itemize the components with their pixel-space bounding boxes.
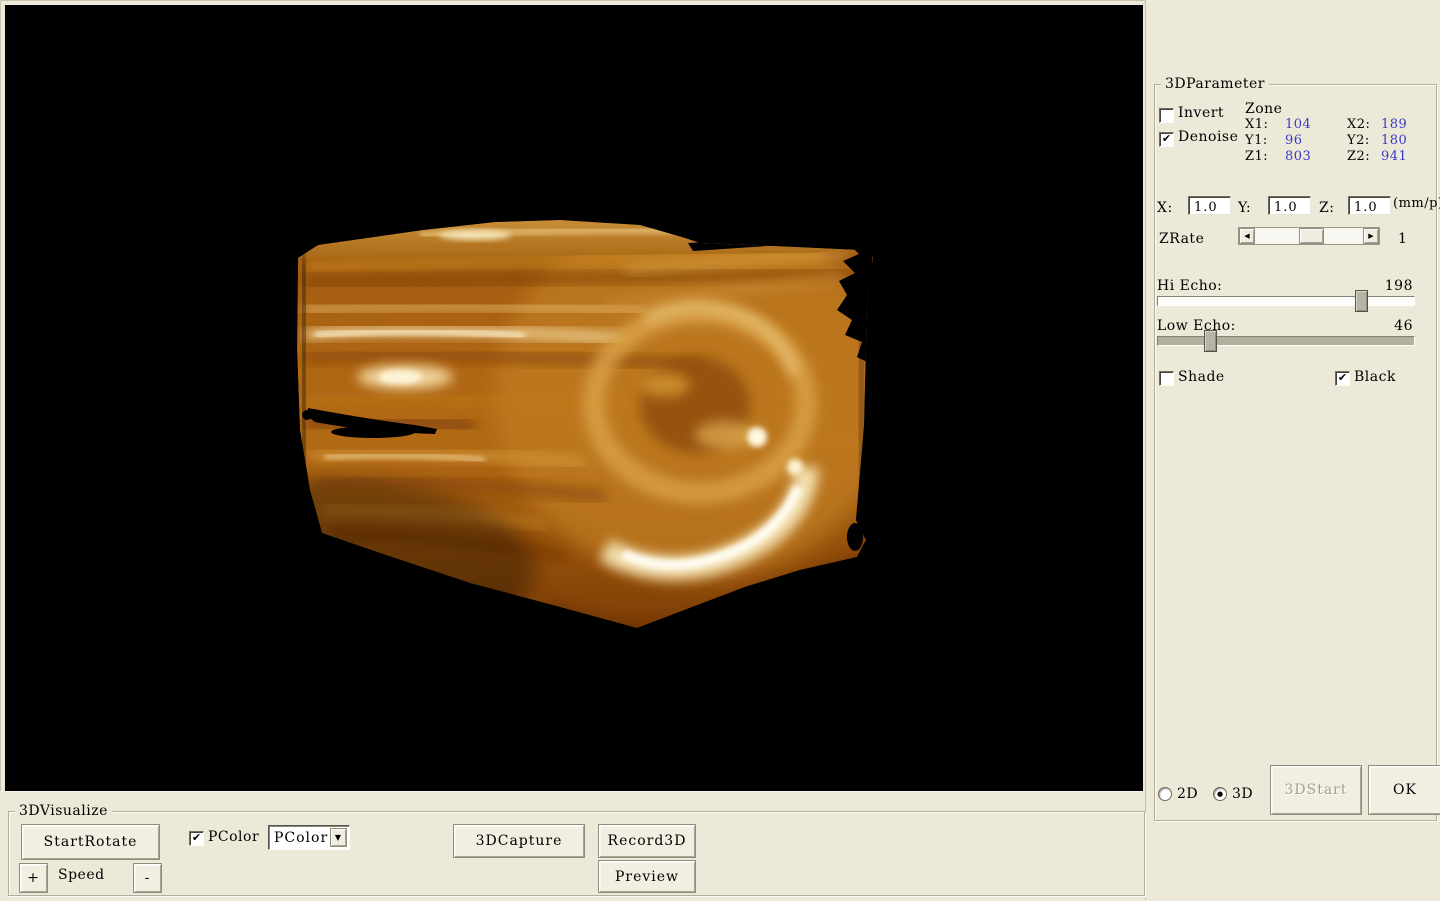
pcolor-check-mark: ✔ [192, 831, 201, 844]
start-rotate-button[interactable]: StartRotate [21, 824, 160, 860]
visualize-groupbox: 3DVisualize StartRotate ✔ PColor PColor … [8, 811, 1145, 896]
ok-button[interactable]: OK [1368, 765, 1440, 815]
zrate-scrollbar-track[interactable] [1255, 228, 1363, 244]
render-viewport[interactable] [5, 5, 1143, 791]
low-echo-label: Low Echo: [1157, 319, 1236, 333]
pcolor-dropdown-value: PColor [274, 830, 328, 846]
record3d-button[interactable]: Record3D [598, 824, 696, 858]
right-arrow-glyph: ▶ [1368, 232, 1373, 240]
zone-z2-value: 941 [1381, 150, 1407, 163]
zrate-scrollbar[interactable]: ◀ ▶ [1238, 227, 1380, 245]
denoise-checkbox[interactable]: ✔ [1159, 132, 1174, 147]
visualize-panel: 3DVisualize StartRotate ✔ PColor PColor … [0, 791, 1145, 901]
z-scale-input[interactable]: 1.0 [1348, 196, 1391, 215]
zone-x1-value: 104 [1285, 118, 1311, 131]
down-arrow-glyph: ▼ [335, 833, 342, 842]
black-label: Black [1354, 370, 1396, 384]
zone-y2-label: Y2: [1347, 134, 1370, 147]
zone-y1-value: 96 [1285, 134, 1303, 147]
denoise-label: Denoise [1178, 130, 1238, 144]
parameter-groupbox: 3DParameter Invert ✔ Denoise Zone X1: 10… [1154, 84, 1437, 821]
scale-unit-label: (mm/p) [1393, 197, 1440, 210]
x-scale-label: X: [1157, 201, 1173, 215]
mode-2d-label: 2D [1177, 787, 1198, 801]
zone-z2-label: Z2: [1347, 150, 1370, 163]
low-echo-slider-thumb[interactable] [1204, 330, 1217, 352]
zrate-right-arrow-icon[interactable]: ▶ [1363, 228, 1379, 244]
shade-label: Shade [1178, 370, 1225, 384]
low-echo-slider[interactable] [1157, 336, 1415, 346]
mode-3d-radio-dot: ● [1217, 791, 1223, 798]
x-scale-input[interactable]: 1.0 [1188, 196, 1231, 215]
zone-z1-value: 803 [1285, 150, 1311, 163]
invert-checkbox[interactable] [1159, 108, 1174, 123]
zrate-value: 1 [1398, 232, 1407, 246]
hi-echo-label: Hi Echo: [1157, 279, 1222, 293]
parameter-groupbox-title: 3DParameter [1161, 76, 1269, 92]
invert-label: Invert [1178, 106, 1224, 120]
zone-y2-value: 180 [1381, 134, 1407, 147]
shade-checkbox[interactable] [1159, 371, 1174, 386]
parameter-panel: 3DParameter Invert ✔ Denoise Zone X1: 10… [1145, 0, 1440, 900]
speed-label: Speed [58, 868, 105, 882]
zrate-scrollbar-thumb[interactable] [1299, 228, 1324, 244]
denoise-check-mark: ✔ [1162, 132, 1171, 145]
left-arrow-glyph: ◀ [1244, 232, 1249, 240]
zone-x2-label: X2: [1347, 118, 1370, 131]
hi-echo-value: 198 [1377, 279, 1413, 293]
pcolor-checkbox[interactable]: ✔ [189, 831, 204, 846]
zone-label: Zone [1245, 102, 1282, 116]
y-scale-input[interactable]: 1.0 [1268, 196, 1311, 215]
zone-x1-label: X1: [1245, 118, 1268, 131]
zrate-left-arrow-icon[interactable]: ◀ [1239, 228, 1255, 244]
3dstart-button[interactable]: 3DStart [1270, 765, 1362, 815]
hi-echo-slider[interactable] [1157, 296, 1415, 306]
zrate-label: ZRate [1159, 232, 1204, 246]
speed-minus-button[interactable]: - [133, 863, 162, 893]
zone-z1-label: Z1: [1245, 150, 1268, 163]
3dcapture-button[interactable]: 3DCapture [453, 824, 585, 858]
pcolor-label: PColor [208, 830, 259, 844]
volume-rendering [5, 5, 1143, 791]
mode-3d-label: 3D [1232, 787, 1253, 801]
pcolor-dropdown[interactable]: PColor ▼ [268, 825, 350, 850]
z-scale-label: Z: [1319, 201, 1334, 215]
zone-y1-label: Y1: [1245, 134, 1268, 147]
y-scale-label: Y: [1238, 201, 1251, 215]
pcolor-dropdown-arrow-icon[interactable]: ▼ [330, 828, 347, 847]
speed-plus-button[interactable]: + [19, 863, 48, 893]
black-check-mark: ✔ [1338, 371, 1347, 384]
preview-button[interactable]: Preview [598, 860, 696, 893]
mode-3d-radio[interactable]: ● [1213, 787, 1227, 801]
visualize-groupbox-title: 3DVisualize [15, 803, 112, 819]
low-echo-value: 46 [1377, 319, 1413, 333]
mode-2d-radio[interactable] [1158, 787, 1172, 801]
zone-x2-value: 189 [1381, 118, 1407, 131]
hi-echo-slider-thumb[interactable] [1355, 290, 1368, 312]
black-checkbox[interactable]: ✔ [1335, 371, 1350, 386]
